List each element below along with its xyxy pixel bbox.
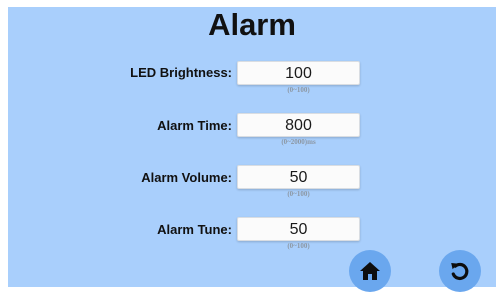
alarm-time-range: (0~2000)ms xyxy=(281,138,316,146)
alarm-tune-range: (0~100) xyxy=(287,242,310,250)
home-icon xyxy=(359,261,381,281)
led-brightness-label: LED Brightness: xyxy=(130,65,232,80)
alarm-time-label: Alarm Time: xyxy=(157,118,232,133)
alarm-volume-range: (0~100) xyxy=(287,190,310,198)
home-button[interactable] xyxy=(349,250,391,292)
led-brightness-range: (0~100) xyxy=(287,86,310,94)
alarm-time-field[interactable]: 800 xyxy=(237,113,360,137)
alarm-tune-label: Alarm Tune: xyxy=(157,222,232,237)
page-title: Alarm xyxy=(208,7,296,42)
alarm-screen: Alarm LED Brightness: 100 (0~100) Alarm … xyxy=(8,7,496,292)
alarm-tune-field[interactable]: 50 xyxy=(237,217,360,241)
undo-icon xyxy=(448,259,472,283)
led-brightness-field[interactable]: 100 xyxy=(237,61,360,85)
alarm-volume-field[interactable]: 50 xyxy=(237,165,360,189)
alarm-volume-label: Alarm Volume: xyxy=(141,170,232,185)
back-button[interactable] xyxy=(439,250,481,292)
